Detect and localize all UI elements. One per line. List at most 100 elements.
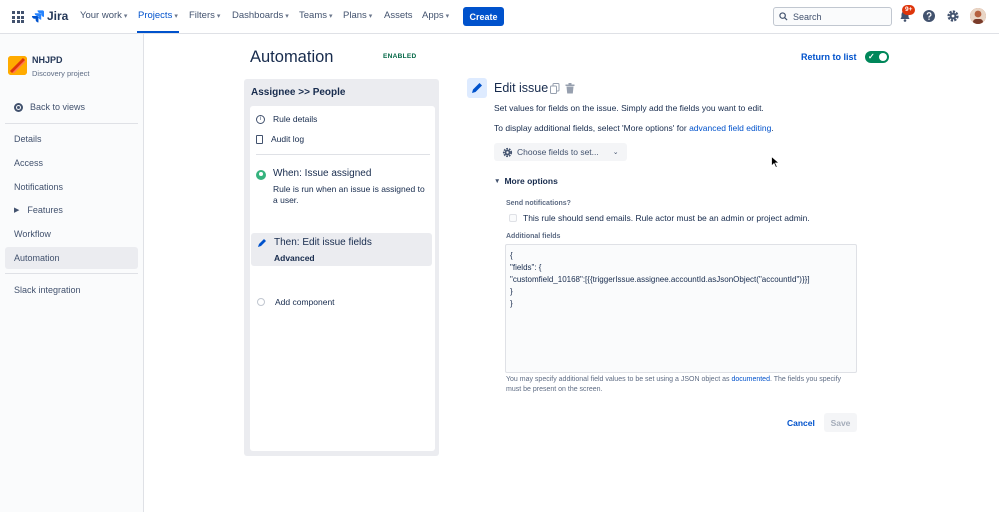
active-nav-indicator [137, 31, 179, 33]
send-notifications-text: This rule should send emails. Rule actor… [523, 213, 810, 223]
save-button[interactable]: Save [824, 413, 857, 432]
sidebar-item-label: Notifications [14, 182, 64, 192]
chevron-down-icon: ▾ [328, 13, 333, 20]
edit-issue-icon [467, 78, 487, 98]
choose-fields-dropdown[interactable]: Choose fields to set... ⌄ [494, 143, 627, 161]
send-notifications-checkbox[interactable] [509, 214, 517, 222]
app-switcher-icon[interactable] [12, 11, 24, 23]
jira-logo-icon [31, 10, 44, 23]
additional-fields-label: Additional fields [506, 233, 561, 240]
sidebar-item-label: Automation [14, 253, 60, 263]
sidebar-divider [5, 273, 138, 274]
audit-log-label: Audit log [271, 134, 305, 144]
rule-details-label: Rule details [273, 114, 318, 124]
advanced-field-editing-link[interactable]: advanced field editing [689, 123, 771, 133]
page-title: Automation [250, 48, 334, 66]
chevron-down-icon: ▾ [368, 13, 373, 20]
hint-text: To display additional fields, select 'Mo… [494, 123, 690, 133]
help-icon[interactable] [922, 9, 936, 23]
settings-icon[interactable] [946, 9, 960, 23]
back-views-icon [14, 102, 23, 112]
chevron-down-icon: ▾ [123, 13, 128, 20]
nav-label: Projects [138, 10, 173, 21]
trigger-title: When: Issue assigned [273, 168, 372, 179]
nav-your-work[interactable]: Your work ▾ [80, 10, 127, 21]
rule-components: i Rule details Audit log When: Issue ass… [250, 106, 435, 451]
more-options-label: More options [504, 176, 558, 186]
nav-plans[interactable]: Plans ▾ [343, 10, 372, 21]
check-icon: ✓ [868, 52, 875, 61]
sidebar-item-label: Workflow [14, 229, 51, 239]
send-notifications-label: Send notifications? [506, 200, 571, 207]
rule-enabled-toggle[interactable]: ✓ [865, 51, 889, 63]
jira-logo[interactable]: Jira [31, 9, 68, 23]
advanced-editing-hint: To display additional fields, select 'Mo… [494, 123, 774, 133]
hint-suffix: . [771, 123, 774, 133]
project-type: Discovery project [32, 69, 90, 78]
create-button[interactable]: Create [463, 7, 504, 26]
action-title: Then: Edit issue fields [274, 237, 372, 248]
sidebar-item-slack-integration[interactable]: Slack integration [5, 279, 138, 301]
chevron-down-icon: ▾ [174, 13, 178, 20]
rule-panel-title: Assignee >> People [251, 87, 346, 98]
status-badge: ENABLED [383, 53, 417, 60]
sidebar-item-label: Access [14, 158, 44, 168]
chevron-down-icon: ⌄ [612, 149, 619, 156]
info-icon: i [256, 114, 265, 124]
edit-pencil-icon [258, 239, 266, 247]
back-to-views-link[interactable]: Back to views [14, 102, 85, 112]
chevron-down-icon: ▾ [216, 13, 221, 20]
additional-fields-textarea[interactable]: { "fields": { "customfield_10168":[{{tri… [505, 244, 857, 373]
search-input[interactable]: Search [773, 7, 892, 26]
project-avatar-icon [8, 56, 27, 75]
action-subtitle: Advanced [274, 253, 315, 263]
top-navigation: Jira Your work ▾ Projects ▾ Filters ▾ Dashb… [0, 0, 999, 34]
sidebar-item-automation[interactable]: Automation [5, 247, 138, 269]
sidebar-item-access[interactable]: Access [5, 152, 138, 174]
nav-label: Plans [343, 10, 367, 21]
nav-label: Filters [189, 10, 215, 21]
nav-label: Your work [80, 10, 122, 21]
sidebar-item-label: Details [14, 134, 42, 144]
project-sidebar: NHJPD Discovery project Back to views De… [0, 34, 144, 512]
trigger-icon [256, 170, 266, 180]
nav-dashboards[interactable]: Dashboards ▾ [232, 10, 289, 21]
audit-log-link[interactable]: Audit log [256, 134, 304, 144]
more-options-toggle[interactable]: ▼ More options [494, 176, 558, 186]
documented-link[interactable]: documented [731, 376, 770, 383]
sidebar-item-features[interactable]: ▶ Features [5, 199, 138, 221]
return-to-list-link[interactable]: Return to list [801, 52, 857, 62]
sidebar-item-workflow[interactable]: Workflow [5, 223, 138, 245]
nav-label: Teams [299, 10, 327, 21]
chevron-down-icon: ▼ [494, 177, 501, 185]
nav-label: Dashboards [232, 10, 284, 21]
sidebar-item-label: Features [27, 205, 63, 215]
sidebar-item-label: Slack integration [14, 285, 81, 295]
sidebar-divider [5, 123, 138, 124]
nav-assets[interactable]: Assets [384, 10, 413, 21]
add-component-button[interactable]: Add component [257, 297, 335, 307]
action-component[interactable]: Then: Edit issue fields Advanced [251, 233, 432, 266]
notifications-badge: 9+ [902, 5, 916, 15]
sidebar-item-notifications[interactable]: Notifications [5, 176, 138, 198]
sidebar-item-details[interactable]: Details [5, 128, 138, 150]
edit-issue-description: Set values for fields on the issue. Simp… [494, 103, 764, 113]
nav-label: Assets [384, 10, 413, 21]
document-icon [256, 134, 263, 144]
nav-filters[interactable]: Filters ▾ [189, 10, 220, 21]
profile-avatar[interactable] [970, 8, 986, 24]
rule-details-link[interactable]: i Rule details [256, 114, 317, 124]
nav-projects[interactable]: Projects ▾ [138, 10, 178, 21]
nav-label: Apps [422, 10, 444, 21]
chevron-right-icon: ▶ [14, 207, 20, 214]
help-text-prefix: You may specify additional field values … [506, 376, 732, 383]
avatar-image [970, 8, 986, 24]
cancel-button[interactable]: Cancel [787, 418, 815, 428]
back-to-views-label: Back to views [30, 102, 86, 112]
copy-icon[interactable] [550, 83, 560, 94]
trash-icon[interactable] [565, 83, 575, 94]
choose-fields-label: Choose fields to set... [517, 147, 599, 157]
send-notifications-option[interactable]: This rule should send emails. Rule actor… [509, 213, 810, 223]
nav-teams[interactable]: Teams ▾ [299, 10, 333, 21]
nav-apps[interactable]: Apps ▾ [422, 10, 449, 21]
